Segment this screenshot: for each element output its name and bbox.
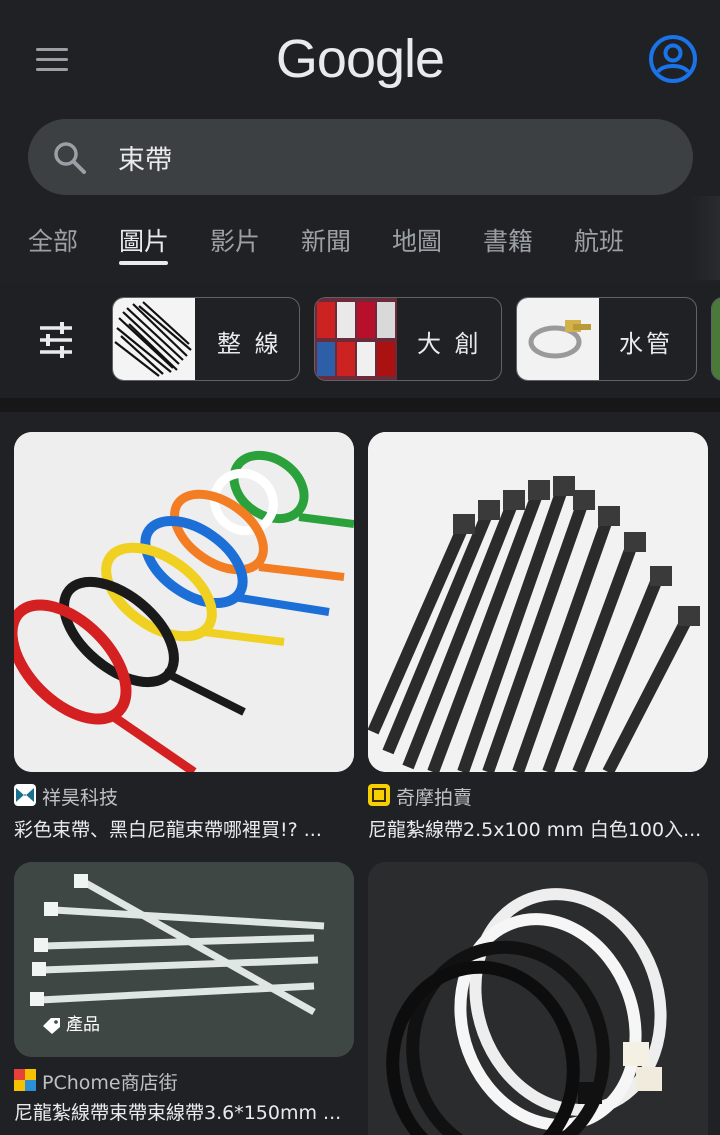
chip-daiso[interactable]: 大 創 (314, 297, 502, 381)
tab-books[interactable]: 書籍 (483, 222, 533, 258)
result-image-black-ties[interactable] (368, 432, 708, 772)
chip-label: 大 創 (417, 330, 482, 358)
tab-videos[interactable]: 影片 (210, 222, 260, 258)
google-logo[interactable]: Google (0, 28, 720, 90)
account-icon[interactable] (648, 34, 698, 84)
result-title[interactable]: 彩色束帶、黑白尼龍束帶哪裡買!? ... (14, 815, 322, 842)
tag-icon (42, 1016, 62, 1034)
product-tag-label: 產品 (66, 1015, 100, 1035)
result-title[interactable]: 尼龍紮線帶2.5x100 mm 白色100入... (368, 815, 701, 842)
source-favicon (14, 1069, 36, 1091)
chip-thumbnail (315, 298, 397, 380)
filter-tune-icon[interactable] (36, 322, 76, 358)
chip-thumbnail (113, 298, 195, 380)
product-tag: 產品 (38, 1011, 106, 1039)
chip-thumbnail (517, 298, 599, 380)
result-source[interactable]: 奇摩拍賣 (396, 783, 472, 810)
source-favicon (368, 784, 390, 806)
tab-flights[interactable]: 航班 (574, 222, 624, 258)
section-divider (0, 398, 720, 412)
chip-more[interactable] (711, 297, 720, 381)
tab-all[interactable]: 全部 (28, 222, 78, 258)
search-input[interactable] (118, 134, 658, 180)
search-tabs: 全部 圖片 影片 新聞 地圖 書籍 航班 (0, 200, 720, 282)
result-source[interactable]: PChome商店街 (42, 1068, 178, 1095)
active-tab-indicator (119, 261, 168, 265)
chip-cable-ties[interactable]: 整 線 (112, 297, 300, 381)
tab-maps[interactable]: 地圖 (392, 222, 442, 258)
tab-news[interactable]: 新聞 (301, 222, 351, 258)
tabs-scroll-fade (690, 196, 720, 280)
chip-label: 水管 (619, 330, 673, 358)
result-source[interactable]: 祥昊科技 (42, 783, 118, 810)
result-image-colored-ties[interactable] (14, 432, 354, 772)
result-image-black-white-ties[interactable] (368, 862, 708, 1135)
search-icon[interactable] (52, 140, 88, 176)
chip-water-pipe[interactable]: 水管 (516, 297, 697, 381)
result-title[interactable]: 尼龍紮線帶束帶束線帶3.6*150mm ... (14, 1098, 341, 1125)
tab-images[interactable]: 圖片 (119, 222, 169, 258)
source-favicon (14, 784, 36, 806)
chip-thumbnail (712, 298, 720, 380)
chip-label: 整 線 (217, 330, 282, 358)
top-bar: Google (0, 0, 720, 118)
